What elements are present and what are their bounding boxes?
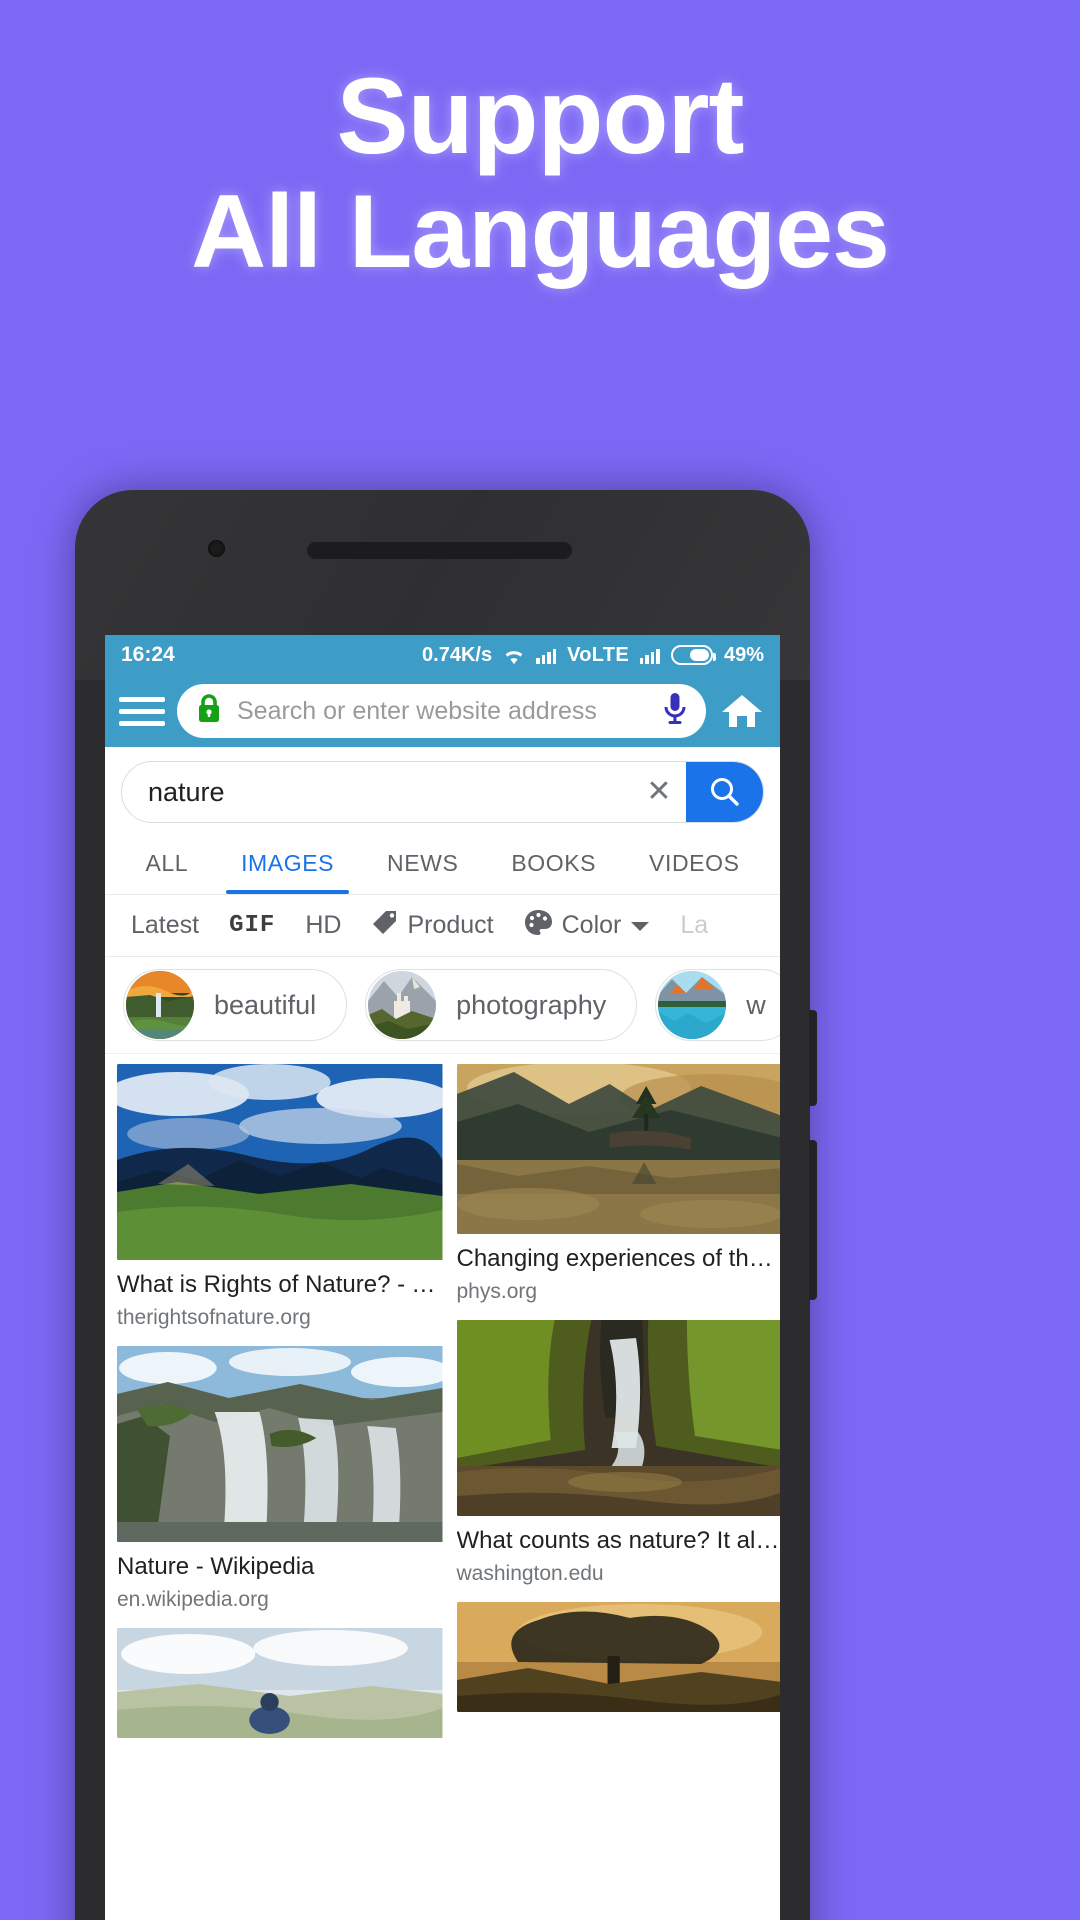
tab-images[interactable]: IMAGES bbox=[215, 833, 361, 894]
result-source: washington.edu bbox=[456, 1562, 604, 1585]
mossy-gorge-waterfall-image[interactable] bbox=[456, 1320, 780, 1516]
result-card[interactable]: Changing experiences of the … phys.org bbox=[456, 1064, 781, 1304]
result-title[interactable]: Nature - Wikipedia bbox=[117, 1552, 443, 1582]
filter-clipped[interactable]: La bbox=[680, 911, 708, 940]
palette-icon bbox=[524, 909, 553, 943]
filter-hd[interactable]: HD bbox=[305, 911, 341, 940]
browser-toolbar: Search or enter website address bbox=[105, 675, 780, 747]
waterfall-sunset-thumb bbox=[126, 971, 194, 1039]
address-bar-placeholder: Search or enter website address bbox=[237, 696, 597, 725]
result-title[interactable]: What is Rights of Nature? - Th… bbox=[117, 1270, 443, 1300]
filter-latest-label: Latest bbox=[131, 911, 200, 939]
tag-icon bbox=[371, 909, 398, 943]
power-button[interactable] bbox=[809, 1010, 817, 1106]
result-source: phys.org bbox=[456, 1280, 538, 1303]
dramatic-sky-green-hills-image[interactable] bbox=[117, 1064, 443, 1260]
home-icon[interactable] bbox=[718, 691, 766, 731]
microphone-icon[interactable] bbox=[660, 690, 690, 733]
filter-hd-label: HD bbox=[305, 911, 342, 939]
filter-color[interactable]: Color bbox=[524, 909, 651, 943]
filter-product[interactable]: Product bbox=[371, 909, 494, 943]
result-card[interactable]: What is Rights of Nature? - Th… theright… bbox=[117, 1064, 443, 1330]
results-column-left: What is Rights of Nature? - Th… theright… bbox=[117, 1064, 443, 1764]
earpiece-speaker bbox=[307, 542, 572, 559]
person-field-sky-image[interactable] bbox=[117, 1628, 443, 1738]
tab-books[interactable]: BOOKS bbox=[485, 833, 623, 894]
search-button[interactable] bbox=[686, 762, 763, 822]
result-source: therightsofnature.org bbox=[117, 1306, 311, 1329]
waterfall-rocks-image[interactable] bbox=[117, 1346, 443, 1542]
results-column-right: Changing experiences of the … phys.org W… bbox=[456, 1064, 781, 1738]
volume-button[interactable] bbox=[809, 1140, 817, 1300]
front-camera-icon bbox=[208, 540, 225, 557]
close-icon[interactable]: ✕ bbox=[632, 777, 686, 807]
result-card[interactable] bbox=[117, 1628, 443, 1748]
result-card[interactable]: What counts as nature? It all … washingt… bbox=[456, 1320, 781, 1586]
chip-beautiful[interactable]: beautiful bbox=[123, 969, 348, 1041]
phone-screen: 16:24 0.74K/s VoLTE 49% Search or enter … bbox=[105, 635, 780, 1920]
result-source: en.wikipedia.org bbox=[117, 1588, 269, 1611]
search-box[interactable]: nature ✕ bbox=[121, 761, 764, 823]
address-bar[interactable]: Search or enter website address bbox=[177, 684, 706, 738]
lake-tree-storm-image[interactable] bbox=[456, 1064, 780, 1234]
tab-videos[interactable]: VIDEOS bbox=[623, 833, 766, 894]
result-title[interactable]: Changing experiences of the … bbox=[457, 1244, 781, 1274]
promo-banner: Support All Languages bbox=[0, 0, 1080, 500]
status-time: 16:24 bbox=[121, 643, 175, 666]
lock-icon bbox=[195, 693, 223, 730]
castle-mountain-thumb bbox=[368, 971, 437, 1039]
promo-headline-line1: Support bbox=[336, 55, 745, 176]
volte-label: VoLTE bbox=[567, 643, 629, 666]
signal-bars-icon bbox=[536, 647, 557, 664]
search-field-container: nature ✕ bbox=[105, 747, 780, 833]
chip-photography-label: photography bbox=[456, 989, 607, 1020]
related-search-chips: beautiful photography w bbox=[105, 957, 780, 1054]
filter-gif-label: GIF bbox=[229, 912, 276, 939]
tab-news[interactable]: NEWS bbox=[361, 833, 485, 894]
tree-sunset-silhouette-image[interactable] bbox=[456, 1602, 780, 1712]
hamburger-menu-icon[interactable] bbox=[119, 696, 165, 726]
result-card[interactable]: Nature - Wikipedia en.wikipedia.org bbox=[117, 1346, 443, 1612]
phone-device-frame: 16:24 0.74K/s VoLTE 49% Search or enter … bbox=[75, 490, 817, 1920]
filter-latest[interactable]: Latest bbox=[131, 911, 199, 940]
wifi-icon bbox=[503, 647, 525, 664]
network-speed-text: 0.74K/s bbox=[422, 643, 493, 666]
signal-bars-icon-2 bbox=[639, 647, 660, 664]
tab-all[interactable]: ALL bbox=[119, 833, 215, 894]
image-results-grid: What is Rights of Nature? - Th… theright… bbox=[105, 1054, 780, 1764]
search-icon bbox=[711, 778, 739, 806]
result-card[interactable] bbox=[456, 1602, 780, 1722]
battery-percent: 49% bbox=[723, 643, 764, 666]
filter-color-label: Color bbox=[561, 911, 622, 939]
promo-headline-line2: All Languages bbox=[191, 174, 890, 290]
battery-icon bbox=[670, 645, 716, 665]
filter-gif[interactable]: GIF bbox=[229, 912, 275, 939]
filter-product-label: Product bbox=[407, 911, 494, 939]
chip-photography[interactable]: photography bbox=[365, 969, 638, 1041]
chip-third[interactable]: w bbox=[655, 969, 780, 1041]
status-bar: 16:24 0.74K/s VoLTE 49% bbox=[105, 635, 780, 675]
chevron-down-icon[interactable] bbox=[630, 911, 650, 940]
chip-beautiful-label: beautiful bbox=[214, 989, 317, 1020]
lake-reflection-thumb bbox=[658, 971, 727, 1039]
chip-third-label: w bbox=[746, 989, 766, 1020]
search-input[interactable]: nature bbox=[148, 777, 632, 808]
image-filter-row: Latest GIF HD Product Color La bbox=[105, 895, 780, 957]
search-vertical-tabs: ALL IMAGES NEWS BOOKS VIDEOS bbox=[105, 833, 780, 895]
result-title[interactable]: What counts as nature? It all … bbox=[457, 1526, 781, 1556]
